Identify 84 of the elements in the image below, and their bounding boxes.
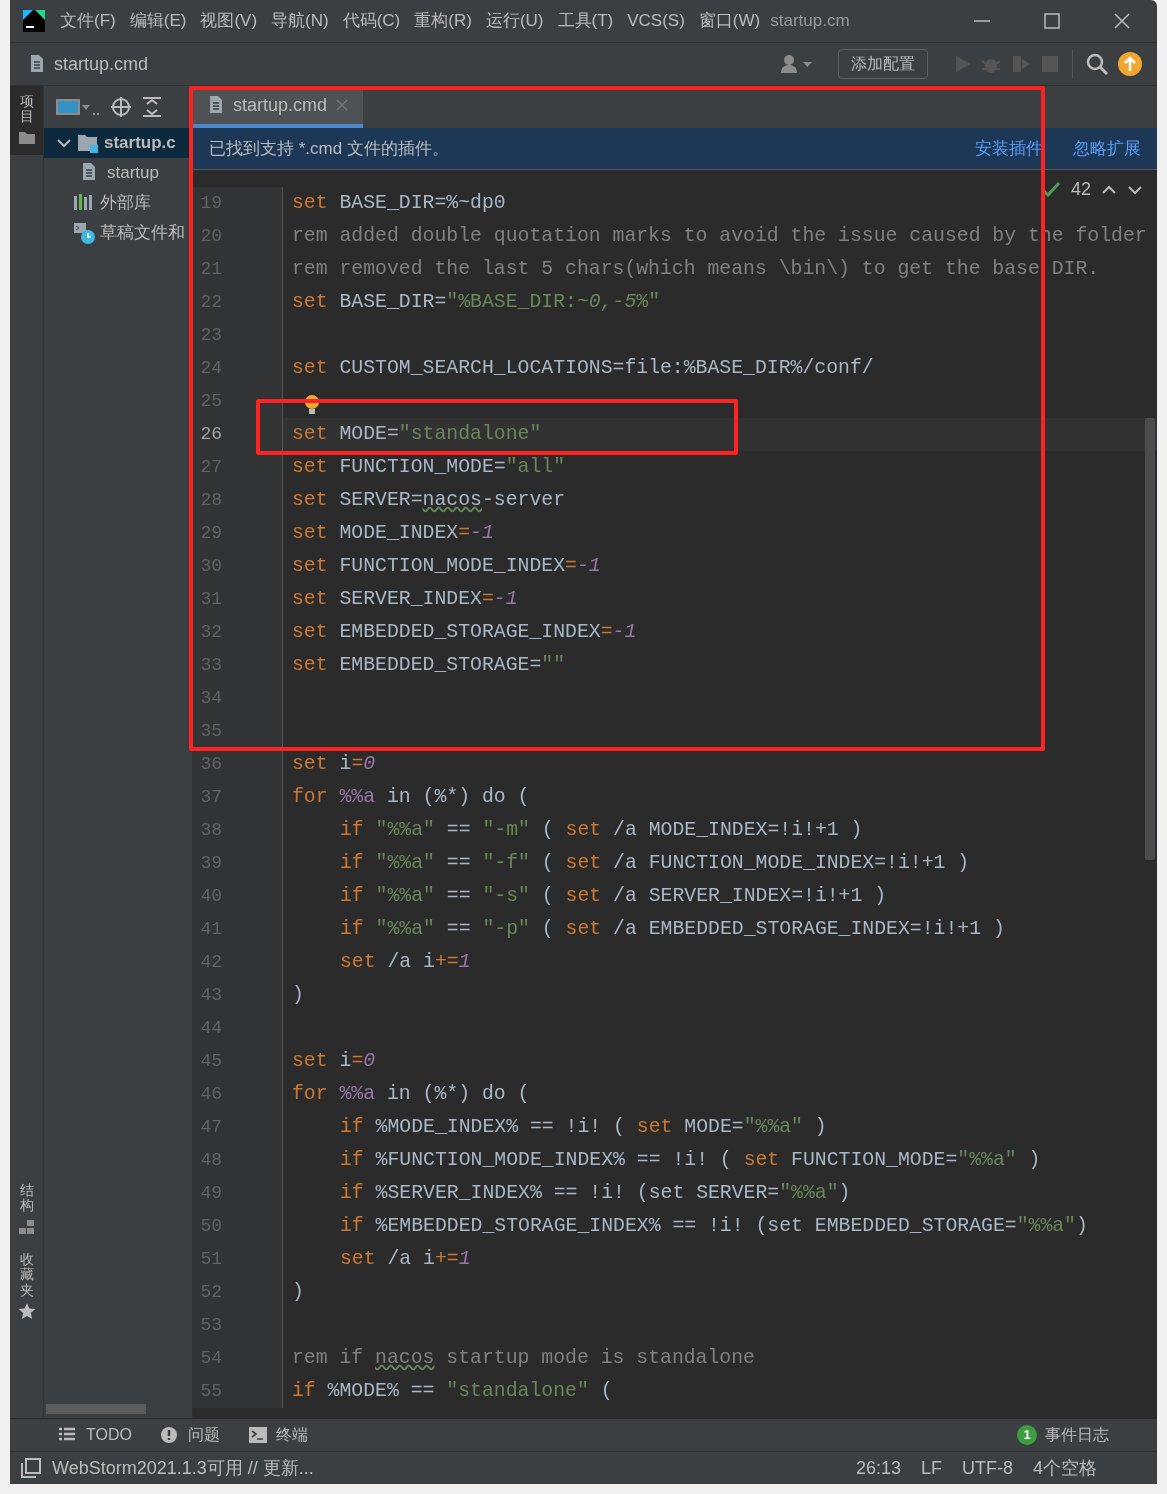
code-line: if "%%a" == "-p" ( set /a EMBEDDED_STORAGE_INDEX=!i!+1 ) xyxy=(339,916,1005,942)
side-tab[interactable]: 结构 xyxy=(10,1175,43,1244)
banner-link[interactable]: 安装插件 xyxy=(975,135,1043,162)
notification-count: 1 xyxy=(1017,1425,1037,1445)
code-line: set MODE_INDEX=-1 xyxy=(291,520,494,546)
code-line: set /a i+=1 xyxy=(339,1246,471,1272)
app-logo-icon xyxy=(22,9,46,33)
menu-item[interactable]: 代码(C) xyxy=(342,8,401,34)
file-icon xyxy=(28,54,46,74)
locate-icon[interactable] xyxy=(110,96,132,118)
event-log-button[interactable]: 1 事件日志 xyxy=(1017,1423,1109,1447)
code-line: set EMBEDDED_STORAGE="" xyxy=(291,652,566,678)
vertical-scrollbar[interactable] xyxy=(1145,418,1155,860)
code-line: set i=0 xyxy=(291,1048,376,1074)
code-line: set CUSTOM_SEARCH_LOCATIONS=file:%BASE_DIR%/conf/ xyxy=(291,355,874,381)
menu-item[interactable]: 视图(V) xyxy=(200,8,258,34)
window-title: startup.cm xyxy=(770,10,850,33)
code-line: set MODE="standalone" xyxy=(291,421,542,447)
code-line: if %SERVER_INDEX% == !i! (set SERVER="%%a") xyxy=(339,1180,851,1206)
tree-item[interactable]: startup xyxy=(107,160,159,186)
menu-item[interactable]: 文件(F) xyxy=(60,8,116,34)
update-icon[interactable] xyxy=(1117,51,1143,77)
tool-window-button[interactable]: TODO xyxy=(58,1423,132,1447)
banner-message: 已找到支持 *.cmd 文件的插件。 xyxy=(209,137,449,160)
code-line: set FUNCTION_MODE="all" xyxy=(291,454,566,480)
menu-item[interactable]: 工具(T) xyxy=(557,8,614,34)
code-line: if %MODE% == "standalone" ( xyxy=(291,1378,613,1404)
code-line: set BASE_DIR=%~dp0 xyxy=(291,190,506,216)
banner-link[interactable]: 忽略扩展 xyxy=(1073,135,1141,162)
code-line: if "%%a" == "-s" ( set /a SERVER_INDEX=!i!+1 ) xyxy=(339,883,887,909)
tool-window-button[interactable]: 问题 xyxy=(159,1423,220,1447)
terminal-icon xyxy=(247,1426,268,1444)
code-line: rem removed the last 5 chars(which means \bin\) to get the base DIR. xyxy=(291,256,1100,282)
menu-item[interactable]: 窗口(W) xyxy=(698,8,761,34)
tree-item[interactable]: 草稿文件和 xyxy=(100,220,185,246)
tool-window-button[interactable]: 终端 xyxy=(247,1423,308,1447)
code-line: set i=0 xyxy=(291,751,376,777)
view-selector-icon[interactable] xyxy=(56,97,100,117)
close-icon[interactable] xyxy=(335,98,350,112)
inspection-count[interactable]: 42 xyxy=(1070,176,1091,203)
menu-item[interactable]: 导航(N) xyxy=(271,8,329,34)
code-line: if "%%a" == "-f" ( set /a FUNCTION_MODE_INDEX=!i!+1 ) xyxy=(339,850,970,876)
code-line: set EMBEDDED_STORAGE_INDEX=-1 xyxy=(291,619,637,645)
code-line: set BASE_DIR="%BASE_DIR:~0,-5%" xyxy=(291,289,661,315)
file-breadcrumb[interactable]: startup.cmd xyxy=(54,50,149,78)
clock-icon xyxy=(73,222,95,244)
menu-item[interactable]: VCS(S) xyxy=(627,8,685,34)
code-line: set SERVER=nacos-server xyxy=(291,487,566,513)
code-line: rem if nacos startup mode is standalone xyxy=(291,1345,755,1371)
horizontal-scrollbar[interactable] xyxy=(46,1404,146,1414)
folder-icon xyxy=(77,132,99,154)
tree-item[interactable]: startup.c xyxy=(104,130,176,156)
tree-item[interactable]: 外部库 xyxy=(100,190,151,216)
exclamation-icon xyxy=(159,1426,180,1444)
file-icon xyxy=(207,95,225,115)
status-item[interactable]: 26:13 xyxy=(855,1454,901,1482)
user-icon[interactable] xyxy=(780,54,814,74)
status-item[interactable]: 4个空格 xyxy=(1033,1454,1097,1482)
code-line: set SERVER_INDEX=-1 xyxy=(291,586,518,612)
side-tab[interactable]: 收藏夹 xyxy=(10,1243,43,1328)
add-configuration-button[interactable]: 添加配置 xyxy=(838,49,928,79)
star-icon xyxy=(17,1302,36,1320)
status-message[interactable]: WebStorm2021.1.3可用 // 更新... xyxy=(52,1454,314,1482)
code-line: for %%a in (%*) do ( xyxy=(291,1081,530,1107)
structure-icon xyxy=(17,1217,36,1236)
menu-item[interactable]: 重构(R) xyxy=(414,8,472,34)
collapse-icon[interactable] xyxy=(142,96,162,118)
side-tab[interactable]: 项目 xyxy=(10,86,43,155)
status-item[interactable]: LF xyxy=(920,1454,942,1482)
window-icon[interactable] xyxy=(20,1457,42,1479)
code-line: if %EMBEDDED_STORAGE_INDEX% == !i! (set EMBEDDED_STORAGE="%%a") xyxy=(339,1213,1088,1239)
code-line: if "%%a" == "-m" ( set /a MODE_INDEX=!i!+1 ) xyxy=(339,817,863,843)
menu-item[interactable]: 运行(U) xyxy=(485,8,544,34)
lightbulb-icon[interactable] xyxy=(303,394,321,416)
menu-item[interactable]: 编辑(E) xyxy=(129,8,187,34)
search-icon[interactable] xyxy=(1085,52,1109,76)
code-line: if %FUNCTION_MODE_INDEX% == !i! ( set FUNCTION_MODE="%%a" ) xyxy=(339,1147,1041,1173)
code-line: ) xyxy=(291,1279,304,1305)
code-line: set /a i+=1 xyxy=(339,949,471,975)
code-line: ) xyxy=(291,982,304,1008)
code-line: set FUNCTION_MODE_INDEX=-1 xyxy=(291,553,601,579)
code-line: if %MODE_INDEX% == !i! ( set MODE="%%a" ) xyxy=(339,1114,827,1140)
code-line: for %%a in (%*) do ( xyxy=(291,784,530,810)
status-item[interactable]: UTF-8 xyxy=(962,1454,1013,1482)
